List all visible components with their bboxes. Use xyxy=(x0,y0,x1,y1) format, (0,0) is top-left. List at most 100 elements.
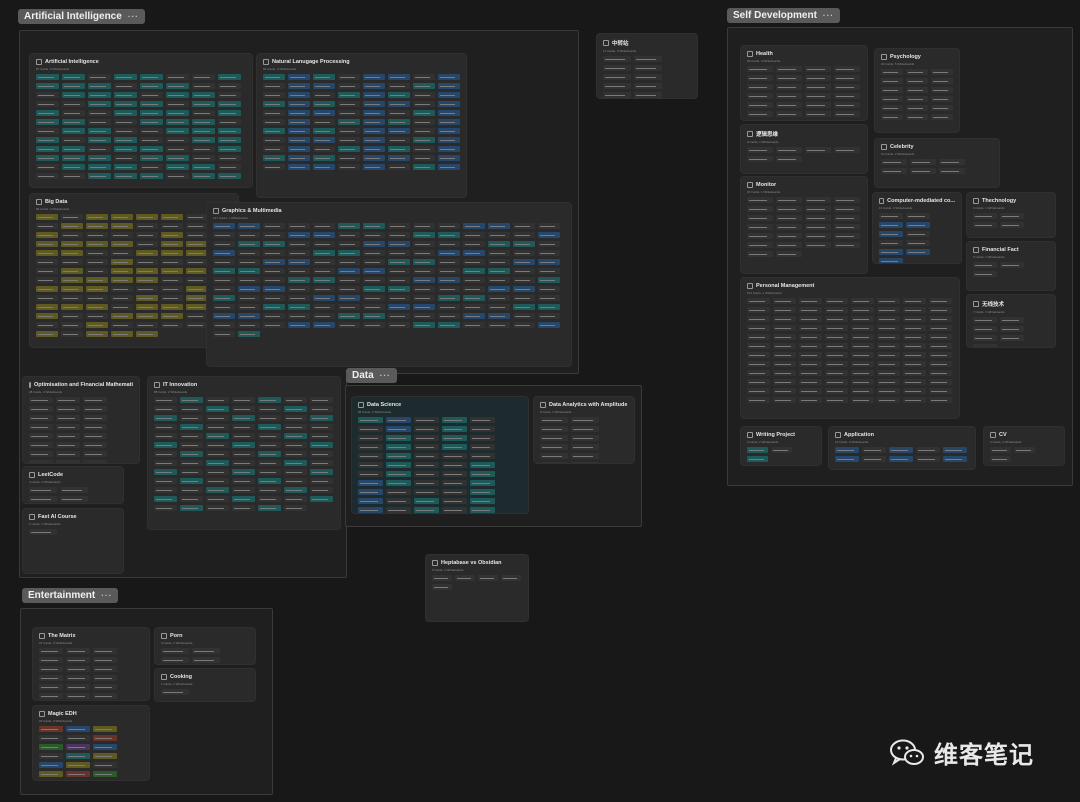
note-chip[interactable] xyxy=(56,397,80,403)
note-chip[interactable] xyxy=(388,259,410,265)
note-chip[interactable] xyxy=(29,415,53,421)
note-chip[interactable] xyxy=(39,675,63,681)
note-chip[interactable] xyxy=(206,496,229,502)
note-chip[interactable] xyxy=(288,241,310,247)
note-chip[interactable] xyxy=(990,447,1011,453)
note-chip[interactable] xyxy=(414,498,439,504)
note-chip[interactable] xyxy=(61,313,83,319)
note-chip[interactable] xyxy=(313,119,335,125)
note-chip[interactable] xyxy=(805,147,831,153)
note-chip[interactable] xyxy=(881,114,903,120)
note-chip[interactable] xyxy=(747,84,773,90)
note-chip[interactable] xyxy=(60,496,88,502)
note-chip[interactable] xyxy=(388,241,410,247)
note-chip[interactable] xyxy=(61,286,83,292)
note-chip[interactable] xyxy=(470,417,495,423)
note-chip[interactable] xyxy=(442,435,467,441)
more-icon[interactable]: ··· xyxy=(380,371,391,380)
note-chip[interactable] xyxy=(799,325,822,331)
note-chip[interactable] xyxy=(39,657,63,663)
note-chip[interactable] xyxy=(232,487,255,493)
note-chip[interactable] xyxy=(747,307,770,313)
card-hapta[interactable]: Heptabase vs Obsidian 5 Cards, 1 Whiteboa… xyxy=(425,554,529,622)
note-chip[interactable] xyxy=(86,241,108,247)
note-chip[interactable] xyxy=(603,56,631,62)
note-chip[interactable] xyxy=(36,173,59,179)
note-chip[interactable] xyxy=(438,268,460,274)
note-chip[interactable] xyxy=(313,286,335,292)
note-chip[interactable] xyxy=(877,352,900,358)
note-chip[interactable] xyxy=(931,87,953,93)
note-chip[interactable] xyxy=(413,286,435,292)
note-chip[interactable] xyxy=(929,325,952,331)
note-chip[interactable] xyxy=(313,259,335,265)
space-label-ent[interactable]: Entertainment ··· xyxy=(22,588,119,603)
note-chip[interactable] xyxy=(776,224,802,230)
note-chip[interactable] xyxy=(36,119,59,125)
note-chip[interactable] xyxy=(438,110,460,116)
note-chip[interactable] xyxy=(288,137,310,143)
note-chip[interactable] xyxy=(747,370,770,376)
note-chip[interactable] xyxy=(36,155,59,161)
note-chip[interactable] xyxy=(83,442,107,448)
note-chip[interactable] xyxy=(39,780,63,781)
note-chip[interactable] xyxy=(931,69,953,75)
note-chip[interactable] xyxy=(56,415,80,421)
note-chip[interactable] xyxy=(463,295,485,301)
note-chip[interactable] xyxy=(513,277,535,283)
note-chip[interactable] xyxy=(114,101,137,107)
note-chip[interactable] xyxy=(66,726,90,732)
note-chip[interactable] xyxy=(192,648,220,654)
note-chip[interactable] xyxy=(310,397,333,403)
note-chip[interactable] xyxy=(88,74,111,80)
note-chip[interactable] xyxy=(478,575,498,581)
note-chip[interactable] xyxy=(61,259,83,265)
note-chip[interactable] xyxy=(889,456,913,462)
note-chip[interactable] xyxy=(218,173,241,179)
note-chip[interactable] xyxy=(83,415,107,421)
note-chip[interactable] xyxy=(263,241,285,247)
note-chip[interactable] xyxy=(284,460,307,466)
note-chip[interactable] xyxy=(513,295,535,301)
note-chip[interactable] xyxy=(86,322,108,328)
note-chip[interactable] xyxy=(634,92,662,98)
note-chip[interactable] xyxy=(388,101,410,107)
note-chip[interactable] xyxy=(413,119,435,125)
note-chip[interactable] xyxy=(310,424,333,430)
note-chip[interactable] xyxy=(232,424,255,430)
note-chip[interactable] xyxy=(388,250,410,256)
note-chip[interactable] xyxy=(929,370,952,376)
note-chip[interactable] xyxy=(488,232,510,238)
note-chip[interactable] xyxy=(338,137,360,143)
note-chip[interactable] xyxy=(747,102,773,108)
note-chip[interactable] xyxy=(88,137,111,143)
note-chip[interactable] xyxy=(263,304,285,310)
card-porn[interactable]: Porn 4 Cards, 1 Whiteboards xyxy=(154,627,256,665)
note-chip[interactable] xyxy=(238,313,260,319)
note-chip[interactable] xyxy=(86,304,108,310)
note-chip[interactable] xyxy=(288,259,310,265)
note-chip[interactable] xyxy=(363,232,385,238)
note-chip[interactable] xyxy=(363,268,385,274)
note-chip[interactable] xyxy=(161,214,183,220)
note-chip[interactable] xyxy=(36,304,58,310)
note-chip[interactable] xyxy=(973,271,997,277)
note-chip[interactable] xyxy=(56,460,80,463)
note-chip[interactable] xyxy=(881,105,903,111)
note-chip[interactable] xyxy=(186,277,208,283)
note-chip[interactable] xyxy=(973,335,997,341)
note-chip[interactable] xyxy=(776,84,802,90)
note-chip[interactable] xyxy=(388,128,410,134)
note-chip[interactable] xyxy=(513,304,535,310)
note-chip[interactable] xyxy=(310,487,333,493)
note-chip[interactable] xyxy=(61,223,83,229)
note-chip[interactable] xyxy=(93,744,117,750)
note-chip[interactable] xyxy=(288,101,310,107)
note-chip[interactable] xyxy=(140,101,163,107)
note-chip[interactable] xyxy=(747,206,773,212)
note-chip[interactable] xyxy=(799,307,822,313)
note-chip[interactable] xyxy=(310,460,333,466)
note-chip[interactable] xyxy=(799,316,822,322)
note-chip[interactable] xyxy=(338,101,360,107)
note-chip[interactable] xyxy=(39,735,63,741)
